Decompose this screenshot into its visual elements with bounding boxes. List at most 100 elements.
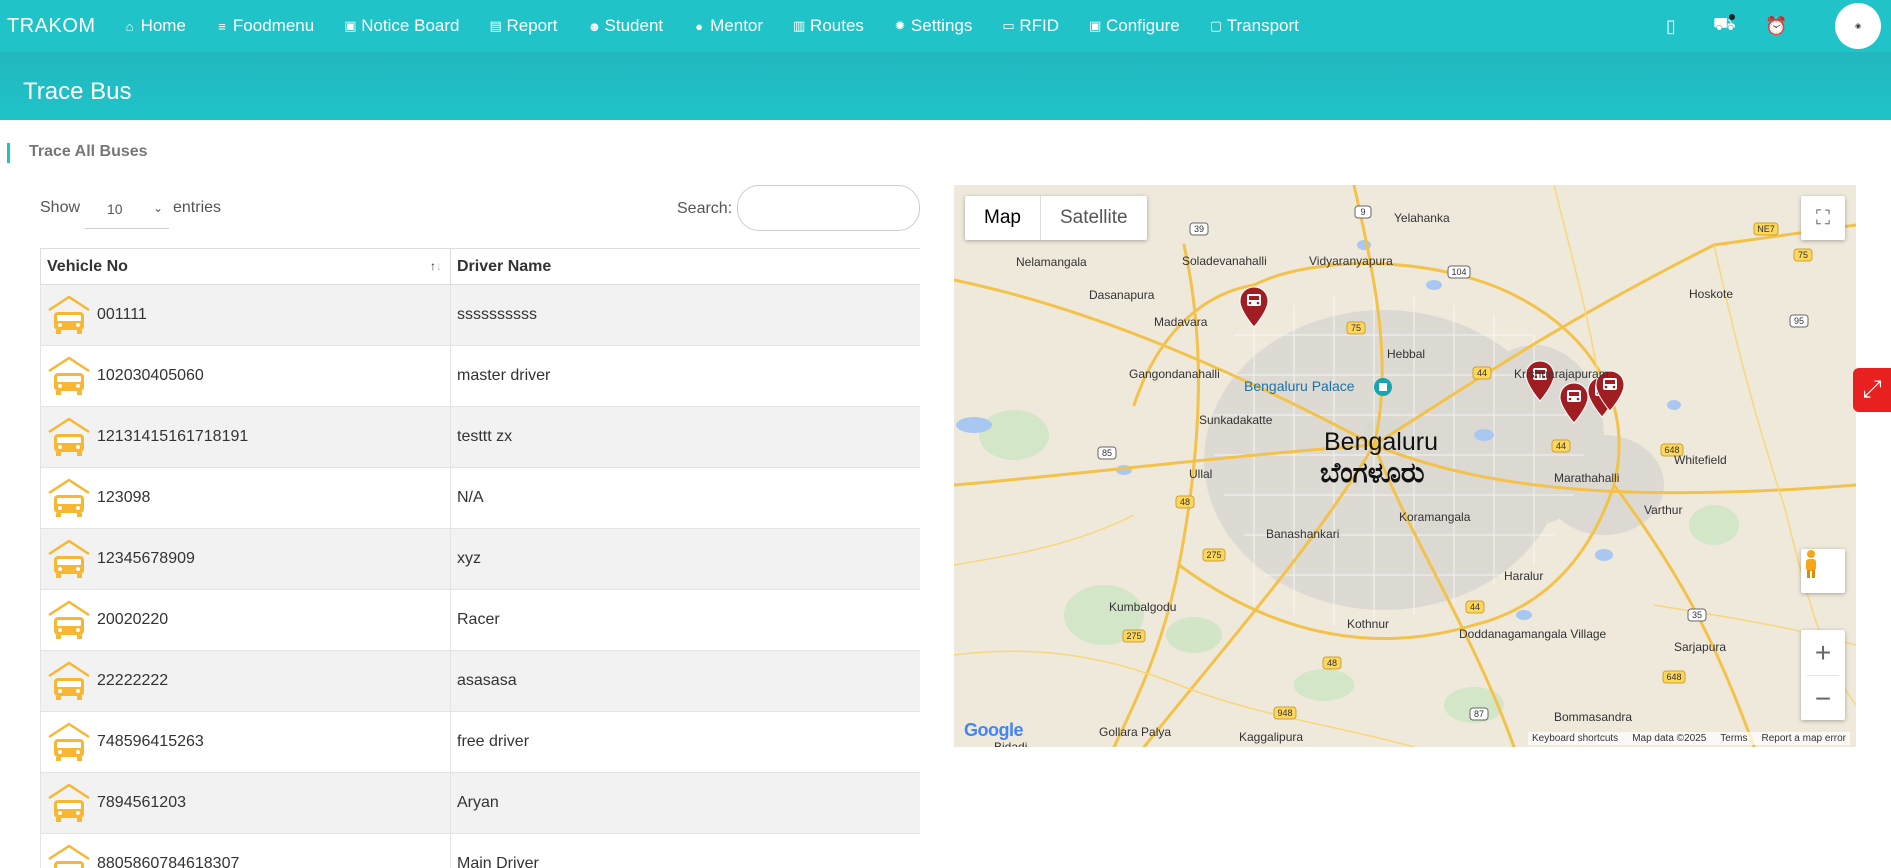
avatar[interactable]: ◉ bbox=[1835, 3, 1881, 49]
fullscreen-icon: ⛶ bbox=[1816, 207, 1830, 230]
driver-name-cell: Aryan bbox=[451, 773, 921, 834]
nav-item-rfid[interactable]: ▭RFID bbox=[1002, 16, 1059, 36]
map-type-satellite-button[interactable]: Satellite bbox=[1041, 196, 1147, 240]
svg-text:75: 75 bbox=[1798, 250, 1808, 260]
svg-text:648: 648 bbox=[1666, 672, 1681, 682]
driver-name: free driver bbox=[457, 733, 529, 750]
map-footer-link[interactable]: Map data ©2025 bbox=[1632, 733, 1706, 744]
sort-icon[interactable]: ↑↓ bbox=[430, 259, 442, 273]
map-type-control: Map Satellite bbox=[965, 196, 1147, 240]
vehicle-no-cell: 001111 bbox=[41, 285, 451, 346]
driver-name: xyz bbox=[457, 550, 481, 567]
map-place-label: Yelahanka bbox=[1394, 211, 1450, 225]
vehicle-no: 123098 bbox=[97, 489, 150, 507]
nav-item-notice-board[interactable]: ▣Notice Board bbox=[344, 16, 459, 36]
table-row[interactable]: 88058607846183​07 Main Driver bbox=[41, 834, 921, 868]
nav-item-student[interactable]: ☻ Student bbox=[588, 16, 664, 36]
map-footer-link[interactable]: Keyboard shortcuts bbox=[1532, 733, 1618, 744]
map-view[interactable]: 39 9 104 75 44 44 85 48 275 275 48 44 87… bbox=[954, 185, 1856, 747]
map-place-label: Haralur bbox=[1504, 569, 1543, 583]
palace-poi-icon bbox=[1374, 378, 1392, 396]
page-title: Trace Bus bbox=[23, 78, 131, 106]
entries-select[interactable]: 10 ⌄ bbox=[85, 189, 169, 229]
svg-text:48: 48 bbox=[1327, 658, 1337, 668]
nav-item-foodmenu[interactable]: ≡Foodmenu bbox=[216, 16, 314, 36]
zoom-in-button[interactable]: + bbox=[1801, 630, 1845, 675]
search-input[interactable] bbox=[737, 185, 920, 231]
driver-name-cell: master driver bbox=[451, 346, 921, 407]
map-type-map-button[interactable]: Map bbox=[965, 196, 1041, 240]
map-place-label: Doddanagamangala Village bbox=[1459, 627, 1606, 641]
vehicle-no-cell: 12345678909 bbox=[41, 529, 451, 590]
vehicle-no: 001111 bbox=[97, 306, 147, 324]
nav-item-label: Transport bbox=[1227, 16, 1299, 36]
table-row[interactable]: 22222222 asasasa bbox=[41, 651, 921, 712]
table-row[interactable]: 102030405060 master driver bbox=[41, 346, 921, 407]
driver-name-cell: Main Driver bbox=[451, 834, 921, 868]
map-place-label: Sarjapura bbox=[1674, 640, 1726, 654]
zoom-out-button[interactable]: − bbox=[1801, 676, 1845, 721]
map-footer-link[interactable]: Report a map error bbox=[1762, 733, 1846, 744]
header-band bbox=[0, 52, 1891, 120]
notification-dot bbox=[1729, 14, 1735, 20]
table-row[interactable]: 001111ssssssssss bbox=[41, 285, 921, 346]
search-label: Search: bbox=[677, 200, 732, 218]
nav-item-mentor[interactable]: ●Mentor bbox=[693, 16, 763, 36]
column-header-driver-name[interactable]: Driver Name bbox=[451, 249, 921, 285]
vehicle-no: 88058607846183​07 bbox=[97, 855, 239, 868]
nav-item-label: Settings bbox=[911, 16, 972, 36]
nav-item-routes[interactable]: ▥Routes bbox=[793, 16, 864, 36]
map-place-label: Kumbalgodu bbox=[1109, 600, 1176, 614]
zoom-control: + − bbox=[1801, 630, 1845, 720]
nav-item-report[interactable]: ▤Report bbox=[489, 16, 557, 36]
fullscreen-button[interactable]: ⛶ bbox=[1801, 196, 1845, 240]
vehicle-cell-content: 12345678909 bbox=[47, 538, 444, 580]
school-bus-icon bbox=[47, 477, 91, 519]
driver-name-cell: testtt zx bbox=[451, 407, 921, 468]
vehicle-cell-content: 748596415263 bbox=[47, 721, 444, 763]
alarm-icon[interactable]: ⏰ bbox=[1765, 16, 1785, 37]
table-row[interactable]: 7894561203Aryan bbox=[41, 773, 921, 834]
nav-item-label: Report bbox=[506, 16, 557, 36]
brand-logo[interactable]: TRAKOM bbox=[7, 15, 96, 38]
vehicle-table-container: Vehicle No ↑↓ Driver Name 001111ssssssss… bbox=[40, 248, 920, 868]
side-expand-widget[interactable]: ⤢ bbox=[1853, 368, 1891, 412]
table-row[interactable]: 123098N/A bbox=[41, 468, 921, 529]
map-footer-link[interactable]: Terms bbox=[1720, 733, 1747, 744]
vehicle-cell-content: 1213141516171819​1 bbox=[47, 416, 444, 458]
table-row[interactable]: 20020220Racer bbox=[41, 590, 921, 651]
driver-name-cell: free driver bbox=[451, 712, 921, 773]
vehicle-cell-content: 88058607846183​07 bbox=[47, 843, 444, 868]
street-view-pegman[interactable] bbox=[1801, 549, 1845, 593]
student-icon: ☻ bbox=[588, 19, 600, 34]
driver-name-cell: xyz bbox=[451, 529, 921, 590]
vehicle-no: 22222222 bbox=[97, 672, 168, 690]
nav-item-label: Student bbox=[605, 16, 664, 36]
nav-item-configure[interactable]: ▣Configure bbox=[1089, 16, 1180, 36]
driver-name: master driver bbox=[457, 367, 550, 384]
top-navbar: TRAKOM ⌂Home ≡Foodmenu ▣Notice Board ▤Repor… bbox=[0, 0, 1891, 52]
bus-location-marker[interactable] bbox=[1240, 287, 1268, 327]
school-bus-icon bbox=[47, 721, 91, 763]
nav-item-home[interactable]: ⌂Home bbox=[124, 16, 186, 36]
school-bus-icon bbox=[47, 355, 91, 397]
vehicle-cell-content: 22222222 bbox=[47, 660, 444, 702]
map-place-label: Bidadi bbox=[994, 740, 1027, 747]
mobile-bus-icon[interactable]: ▯ bbox=[1661, 16, 1681, 37]
map-place-label: Krishnarajapuram bbox=[1514, 367, 1609, 381]
map-place-label: Gollara Palya bbox=[1099, 725, 1171, 739]
nav-item-settings[interactable]: ✹Settings bbox=[894, 16, 972, 36]
map-place-label: Bommasandra bbox=[1554, 710, 1632, 724]
entries-select-value: 10 bbox=[107, 201, 123, 217]
driver-name: asasasa bbox=[457, 672, 517, 689]
column-header-vehicle-no[interactable]: Vehicle No ↑↓ bbox=[41, 249, 451, 285]
car-icon[interactable]: ⛟ bbox=[1713, 14, 1733, 38]
table-row[interactable]: 748596415263 free driver bbox=[41, 712, 921, 773]
table-row[interactable]: 12345678909 xyz bbox=[41, 529, 921, 590]
table-row[interactable]: 1213141516171819​1testtt zx bbox=[41, 407, 921, 468]
nav-item-transport[interactable]: ▢Transport bbox=[1210, 16, 1299, 36]
vehicle-cell-content: 102030405060 bbox=[47, 355, 444, 397]
poi-label[interactable]: Bengaluru Palace bbox=[1244, 378, 1355, 394]
svg-text:87: 87 bbox=[1474, 709, 1484, 719]
map-footer: Keyboard shortcuts Map data ©2025 Terms Rep… bbox=[1528, 732, 1850, 745]
